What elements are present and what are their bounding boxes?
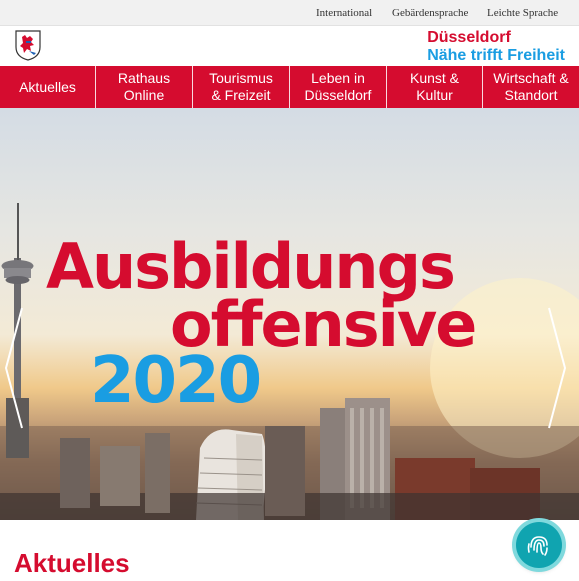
fingerprint-icon bbox=[527, 536, 548, 556]
link-international[interactable]: International bbox=[316, 7, 372, 19]
nav-item-wirtschaft-standort[interactable]: Wirtschaft & Standort bbox=[483, 66, 579, 108]
slider-prev-arrow-icon[interactable] bbox=[0, 303, 30, 433]
nav-item-tourismus-freizeit[interactable]: Tourismus & Freizeit bbox=[193, 66, 290, 108]
link-leichte-sprache[interactable]: Leichte Sprache bbox=[487, 7, 558, 19]
chat-assistant-button[interactable] bbox=[516, 522, 562, 568]
utility-bar: International Gebärdensprache Leichte Sp… bbox=[0, 0, 579, 26]
link-gebaerdensprache[interactable]: Gebärdensprache bbox=[392, 7, 468, 19]
nav-item-aktuelles[interactable]: Aktuelles bbox=[0, 66, 96, 108]
section-heading-aktuelles: Aktuelles bbox=[14, 548, 130, 578]
site-header: Düsseldorf Nähe trifft Freiheit bbox=[0, 26, 579, 66]
brand-tagline: Nähe trifft Freiheit bbox=[427, 47, 565, 64]
hero-slider[interactable]: Ausbildungs offensive 2020 bbox=[0, 108, 579, 520]
main-navigation: Aktuelles Rathaus Online Tourismus & Fre… bbox=[0, 66, 579, 108]
slider-next-arrow-icon[interactable] bbox=[541, 303, 571, 433]
brand-city: Düsseldorf bbox=[427, 29, 511, 46]
brand-wordmark[interactable]: Düsseldorf Nähe trifft Freiheit bbox=[427, 29, 565, 65]
nav-item-rathaus-online[interactable]: Rathaus Online bbox=[96, 66, 193, 108]
coat-of-arms-logo[interactable] bbox=[14, 29, 42, 61]
hero-year: 2020 bbox=[90, 344, 262, 418]
nav-item-leben-in-duesseldorf[interactable]: Leben in Düsseldorf bbox=[290, 66, 387, 108]
nav-item-kunst-kultur[interactable]: Kunst & Kultur bbox=[387, 66, 483, 108]
